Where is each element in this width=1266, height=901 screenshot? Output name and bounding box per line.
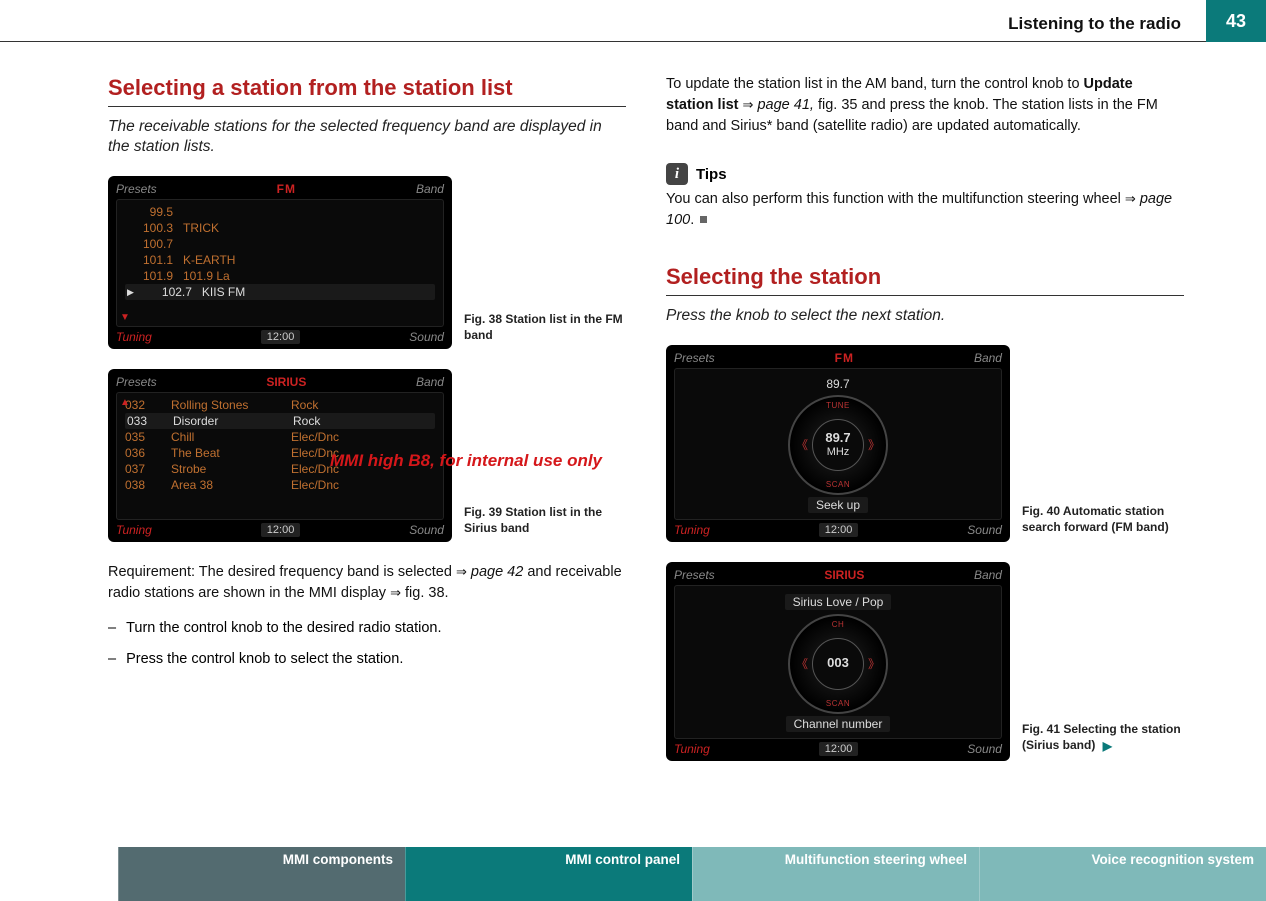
mmi-presets-label: Presets xyxy=(674,351,715,365)
seek-left-icon: 《 xyxy=(796,655,808,672)
mmi-screen-fm-seek: Presets FM Band 89.7 TUNE 《 89.7 MHz xyxy=(666,345,1010,542)
seek-label: Seek up xyxy=(808,497,868,513)
mmi-band-corner: Band xyxy=(974,568,1002,582)
requirement-text: Requirement: The desired frequency band … xyxy=(108,562,626,604)
nav-tab-multifunction-wheel[interactable]: Multifunction steering wheel xyxy=(692,847,979,901)
mmi-band-label: SIRIUS xyxy=(266,375,306,389)
mmi-band-corner: Band xyxy=(416,182,444,196)
nav-tab-mmi-control-panel[interactable]: MMI control panel xyxy=(405,847,692,901)
footer-nav: MMI components MMI control panel Multifu… xyxy=(0,847,1266,901)
mmi-tuning-label: Tuning xyxy=(674,523,710,537)
figure-41: Presets SIRIUS Band Sirius Love / Pop CH… xyxy=(666,562,1184,761)
update-list-paragraph: To update the station list in the AM ban… xyxy=(666,74,1184,137)
heading-rule xyxy=(666,295,1184,296)
mmi-presets-label: Presets xyxy=(116,182,157,196)
section-heading-station-list: Selecting a station from the station lis… xyxy=(108,74,626,102)
mmi-presets-label: Presets xyxy=(116,375,157,389)
scroll-up-icon: ▲ xyxy=(120,397,130,408)
header-title: Listening to the radio xyxy=(1008,14,1181,34)
nav-tab-voice-recognition[interactable]: Voice recognition system xyxy=(979,847,1266,901)
mmi-clock: 12:00 xyxy=(261,330,301,344)
mmi-clock: 12:00 xyxy=(819,742,859,756)
right-column: To update the station list in the AM ban… xyxy=(666,74,1184,761)
tips-header: i Tips xyxy=(666,163,1184,185)
mmi-band-corner: Band xyxy=(416,375,444,389)
tips-text: You can also perform this function with … xyxy=(666,189,1184,231)
mmi-sound-label: Sound xyxy=(967,523,1002,537)
intro-text: The receivable stations for the selected… xyxy=(108,117,626,159)
step-1: – Turn the control knob to the desired r… xyxy=(108,618,626,639)
fig38-caption: Fig. 38 Station list in the FM band xyxy=(464,312,626,349)
tips-label: Tips xyxy=(696,166,727,183)
figure-38: Presets FM Band 99.5 100.3TRICK 100.7 10… xyxy=(108,176,626,349)
page-header: Listening to the radio 43 xyxy=(0,0,1266,42)
mmi-clock: 12:00 xyxy=(261,523,301,537)
seek-right-icon: 》 xyxy=(868,436,880,453)
figure-39: Presets SIRIUS Band 032Rolling StonesRoc… xyxy=(108,369,626,542)
info-icon: i xyxy=(666,163,688,185)
figure-40: Presets FM Band 89.7 TUNE 《 89.7 MHz xyxy=(666,345,1184,542)
mmi-tuning-label: Tuning xyxy=(674,742,710,756)
left-column: Selecting a station from the station lis… xyxy=(108,74,626,761)
step-2: – Press the control knob to select the s… xyxy=(108,649,626,670)
channel-number-label: Channel number xyxy=(786,716,891,732)
mmi-screen-sirius-select: Presets SIRIUS Band Sirius Love / Pop CH… xyxy=(666,562,1010,761)
mmi-band-label: FM xyxy=(277,182,296,196)
mmi-clock: 12:00 xyxy=(819,523,859,537)
scroll-down-icon: ▼ xyxy=(120,312,130,323)
fig39-caption: Fig. 39 Station list in the Sirius band xyxy=(464,505,626,542)
mmi-sound-label: Sound xyxy=(409,523,444,537)
mmi-band-label: FM xyxy=(835,351,854,365)
mmi-band-corner: Band xyxy=(974,351,1002,365)
heading-rule xyxy=(108,106,626,107)
mmi-tuning-label: Tuning xyxy=(116,330,152,344)
mmi-tuning-label: Tuning xyxy=(116,523,152,537)
nav-tab-mmi-components[interactable]: MMI components xyxy=(118,847,405,901)
mmi-presets-label: Presets xyxy=(674,568,715,582)
current-freq: 89.7 xyxy=(826,377,849,391)
mmi-sound-label: Sound xyxy=(409,330,444,344)
seek-right-icon: 》 xyxy=(868,655,880,672)
fig40-caption: Fig. 40 Automatic station search forward… xyxy=(1022,504,1184,541)
intro-text-2: Press the knob to select the next statio… xyxy=(666,306,1184,327)
seek-left-icon: 《 xyxy=(796,436,808,453)
end-block-icon xyxy=(700,216,707,223)
fig41-caption: Fig. 41 Selecting the station (Sirius ba… xyxy=(1022,722,1184,760)
tuning-dial: TUNE 《 89.7 MHz 》 SCAN xyxy=(788,395,888,495)
mmi-screen-sirius-list: Presets SIRIUS Band 032Rolling StonesRoc… xyxy=(108,369,452,542)
page-number: 43 xyxy=(1206,0,1266,42)
current-station: Sirius Love / Pop xyxy=(785,594,892,610)
content-area: Selecting a station from the station lis… xyxy=(108,74,1206,761)
section-heading-selecting-station: Selecting the station xyxy=(666,263,1184,291)
mmi-band-label: SIRIUS xyxy=(824,568,864,582)
continuation-arrow-icon: ▶ xyxy=(1103,739,1112,753)
channel-dial: CH 《 003 》 SCAN xyxy=(788,614,888,714)
mmi-sound-label: Sound xyxy=(967,742,1002,756)
mmi-screen-fm-list: Presets FM Band 99.5 100.3TRICK 100.7 10… xyxy=(108,176,452,349)
